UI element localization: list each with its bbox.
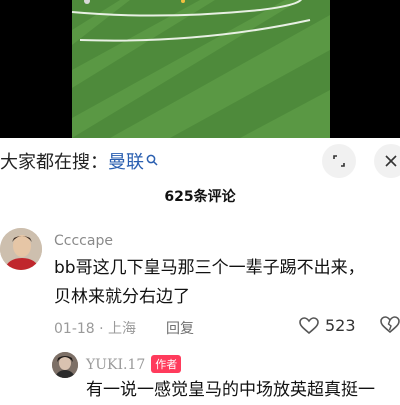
comments-count-title: 625条评论 (164, 189, 236, 205)
comment-text-line-1: bb哥这几下皇马那三个一辈子踢不出来， (54, 258, 365, 278)
close-button[interactable] (374, 144, 400, 178)
comment-meta: 01-18 · 上海 (54, 321, 137, 337)
reply-button[interactable]: 回复 (166, 318, 194, 338)
reply-username-row: YUKI.17 作者 (86, 355, 182, 373)
football-pitch-frame (0, 0, 400, 138)
trending-search-query[interactable]: 曼联 (108, 152, 144, 173)
search-icon (146, 154, 158, 166)
trending-search-prefix: 大家都在搜： (0, 152, 108, 173)
like-button[interactable]: 523 (299, 316, 356, 335)
comment-text-line-2: 贝林来就分右边了 (54, 287, 190, 307)
author-badge: 作者 (151, 355, 182, 373)
comment-date: 01-18 (54, 321, 95, 337)
video-player[interactable] (0, 0, 400, 138)
trending-search[interactable]: 大家都在搜：曼联 (0, 148, 158, 174)
reply-username[interactable]: YUKI.17 (86, 357, 145, 373)
comment-username[interactable]: Ccccape (54, 233, 113, 249)
reply-avatar[interactable] (52, 352, 78, 378)
heart-icon (299, 316, 319, 334)
like-count: 523 (325, 316, 356, 335)
broken-heart-icon (380, 316, 400, 334)
fullscreen-button[interactable] (322, 144, 356, 178)
avatar[interactable] (0, 228, 42, 270)
expand-icon (333, 155, 345, 167)
avatar-image (0, 228, 42, 270)
dislike-button[interactable] (380, 316, 400, 338)
comment-location: 上海 (108, 321, 137, 337)
reply-avatar-image (52, 352, 78, 378)
reply-text: 有一说一感觉皇马的中场放英超真挺一 (86, 380, 375, 400)
close-icon (385, 155, 397, 167)
